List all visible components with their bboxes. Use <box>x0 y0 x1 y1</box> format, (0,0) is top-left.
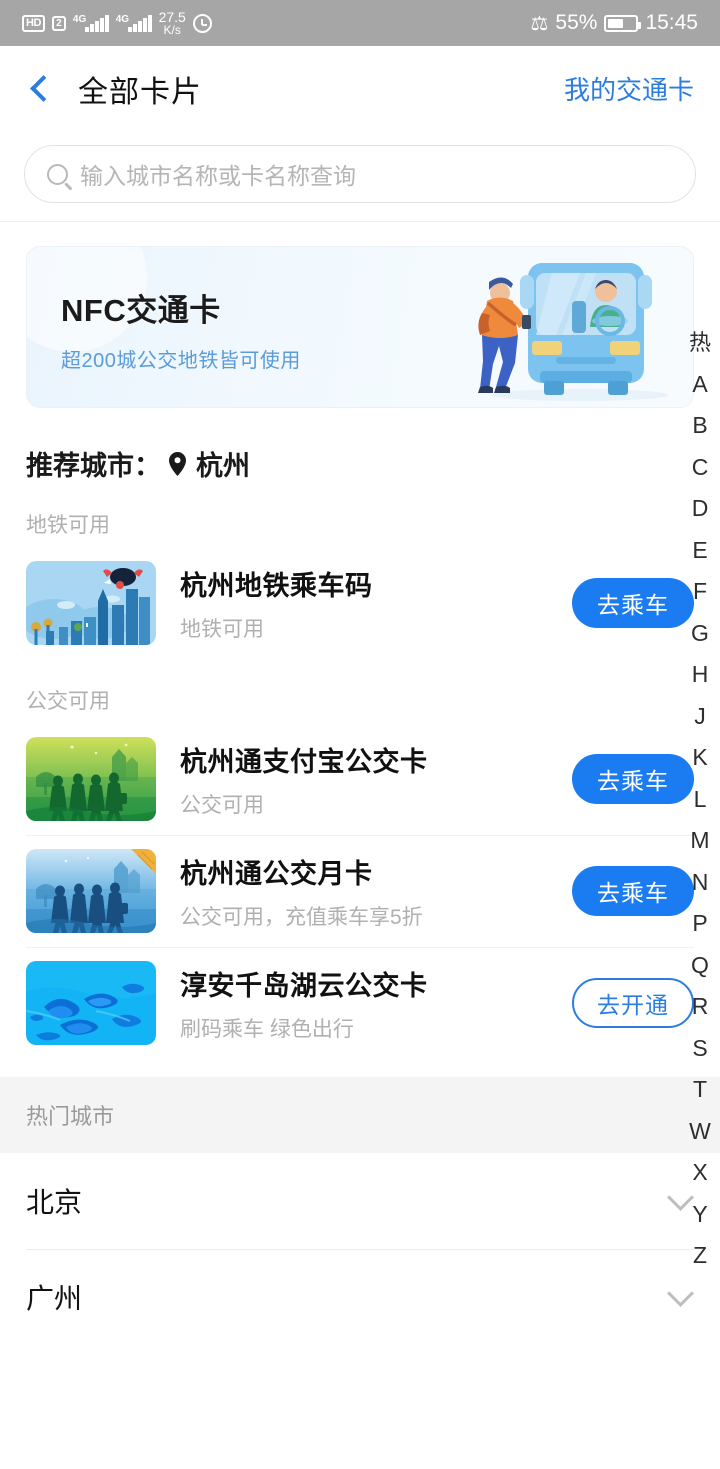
sim-slot-badge: 2 <box>52 16 66 31</box>
alpha-index-item[interactable]: 热 <box>680 322 720 364</box>
ride-button[interactable]: 去乘车 <box>572 754 694 804</box>
banner-subtitle: 超200城公交地铁皆可使用 <box>61 344 301 373</box>
alpha-index-item[interactable]: E <box>680 530 720 572</box>
card-subtitle: 刷码乘车 绿色出行 <box>180 1013 548 1043</box>
city-name: 北京 <box>26 1181 82 1221</box>
city-row-guangzhou[interactable]: 广州 <box>0 1249 720 1345</box>
alarm-clock-icon <box>193 14 212 33</box>
bluetooth-icon: ⚖ <box>530 11 548 36</box>
alpha-index-item[interactable]: D <box>680 488 720 530</box>
city-skyline-thumbnail <box>26 561 156 645</box>
card-subtitle: 公交可用，充值乘车享5折 <box>180 901 548 931</box>
status-bar: HD 2 4G 4G 27.5 K/s ⚖ 55% 15:45 <box>0 0 720 46</box>
bus-and-passenger-illustration <box>460 246 675 407</box>
card-info: 杭州地铁乘车码 地铁可用 <box>180 564 548 643</box>
card-info: 杭州通支付宝公交卡 公交可用 <box>180 740 548 819</box>
clock-label: 15:45 <box>645 11 698 35</box>
nav-bar-left: 全部卡片 <box>26 67 202 111</box>
card-subtitle: 公交可用 <box>180 789 548 819</box>
card-title: 杭州通公交月卡 <box>180 852 548 891</box>
alpha-index-item[interactable]: H <box>680 654 720 696</box>
city-row-beijing[interactable]: 北京 <box>0 1153 720 1249</box>
battery-percent-label: 55% <box>555 11 597 35</box>
alpha-index-item[interactable]: M <box>680 820 720 862</box>
alpha-index-item[interactable]: F <box>680 571 720 613</box>
alpha-index-item[interactable]: Y <box>680 1194 720 1236</box>
signal-strength-icon-1 <box>85 14 109 32</box>
qiandao-lake-thumbnail <box>26 961 156 1045</box>
chevron-down-icon[interactable] <box>668 1284 694 1310</box>
card-subtitle: 地铁可用 <box>180 613 548 643</box>
search-input[interactable]: 输入城市名称或卡名称查询 <box>24 145 696 203</box>
network-generation-label-1: 4G <box>73 14 86 25</box>
location-pin-icon <box>169 452 186 476</box>
card-row-qiandao-lake[interactable]: 淳安千岛湖云公交卡 刷码乘车 绿色出行 去开通 <box>0 947 720 1059</box>
alpha-index-item[interactable]: R <box>680 986 720 1028</box>
alpha-index-item[interactable]: W <box>680 1111 720 1153</box>
ride-button[interactable]: 去乘车 <box>572 866 694 916</box>
alpha-index-item[interactable]: S <box>680 1028 720 1070</box>
back-chevron-icon[interactable] <box>26 76 52 102</box>
card-info: 淳安千岛湖云公交卡 刷码乘车 绿色出行 <box>180 964 548 1043</box>
card-title: 杭州通支付宝公交卡 <box>180 740 548 779</box>
green-pedestrians-thumbnail <box>26 737 156 821</box>
alpha-index-item[interactable]: N <box>680 862 720 904</box>
my-transit-cards-link[interactable]: 我的交通卡 <box>564 70 694 107</box>
network-speed-indicator: 27.5 K/s <box>159 10 186 36</box>
card-title: 杭州地铁乘车码 <box>180 564 548 603</box>
nav-bar: 全部卡片 我的交通卡 <box>0 46 720 131</box>
section-heading-bus: 公交可用 <box>0 659 720 723</box>
hot-cities-heading: 热门城市 <box>0 1077 720 1153</box>
card-row-monthly-pass[interactable]: 杭州通公交月卡 公交可用，充值乘车享5折 去乘车 <box>0 835 720 947</box>
alpha-index-item[interactable]: C <box>680 447 720 489</box>
network-generation-label-2: 4G <box>116 14 129 25</box>
recommended-city-name: 杭州 <box>196 444 250 483</box>
status-bar-left: HD 2 4G 4G 27.5 K/s <box>22 10 212 36</box>
recommended-city-label: 推荐城市： <box>26 444 161 483</box>
network-speed-value: 27.5 <box>159 10 186 24</box>
nfc-transit-card-banner[interactable]: NFC交通卡 超200城公交地铁皆可使用 <box>26 246 694 408</box>
alpha-index-item[interactable]: B <box>680 405 720 447</box>
card-row-alipay-bus[interactable]: 杭州通支付宝公交卡 公交可用 去乘车 <box>0 723 720 835</box>
signal-bars-sim2: 4G <box>116 14 152 32</box>
signal-strength-icon-2 <box>128 14 152 32</box>
alpha-index-item[interactable]: P <box>680 903 720 945</box>
banner-text: NFC交通卡 超200城公交地铁皆可使用 <box>61 285 301 373</box>
alpha-index-item[interactable]: Q <box>680 945 720 987</box>
alpha-index-item[interactable]: K <box>680 737 720 779</box>
section-heading-metro: 地铁可用 <box>0 483 720 547</box>
alpha-index-item[interactable]: Z <box>680 1235 720 1277</box>
page-title: 全部卡片 <box>78 67 202 111</box>
search-section: 输入城市名称或卡名称查询 <box>0 131 720 222</box>
search-icon <box>47 164 68 185</box>
banner-section: NFC交通卡 超200城公交地铁皆可使用 <box>0 222 720 408</box>
activate-button[interactable]: 去开通 <box>572 978 694 1028</box>
recommended-city[interactable]: 推荐城市： 杭州 <box>0 408 720 483</box>
alpha-index-item[interactable]: L <box>680 779 720 821</box>
ride-button[interactable]: 去乘车 <box>572 578 694 628</box>
alphabet-index-bar[interactable]: 热 A B C D E F G H J K L M N P Q R S T W … <box>680 322 720 1277</box>
alpha-index-item[interactable]: X <box>680 1152 720 1194</box>
alpha-index-item[interactable]: J <box>680 696 720 738</box>
search-placeholder: 输入城市名称或卡名称查询 <box>80 157 356 191</box>
status-bar-right: ⚖ 55% 15:45 <box>530 11 698 36</box>
alpha-index-item[interactable]: T <box>680 1069 720 1111</box>
card-info: 杭州通公交月卡 公交可用，充值乘车享5折 <box>180 852 548 931</box>
city-name: 广州 <box>26 1277 82 1317</box>
network-speed-unit: K/s <box>164 24 181 36</box>
alpha-index-item[interactable]: G <box>680 613 720 655</box>
signal-bars-sim1: 4G <box>73 14 109 32</box>
banner-title: NFC交通卡 <box>61 285 301 330</box>
card-row-metro-qr[interactable]: 杭州地铁乘车码 地铁可用 去乘车 <box>0 547 720 659</box>
hd-icon: HD <box>22 15 45 32</box>
card-title: 淳安千岛湖云公交卡 <box>180 964 548 1003</box>
battery-icon <box>604 15 638 32</box>
section-gap <box>0 1059 720 1077</box>
alpha-index-item[interactable]: A <box>680 364 720 406</box>
blue-pedestrians-thumbnail <box>26 849 156 933</box>
